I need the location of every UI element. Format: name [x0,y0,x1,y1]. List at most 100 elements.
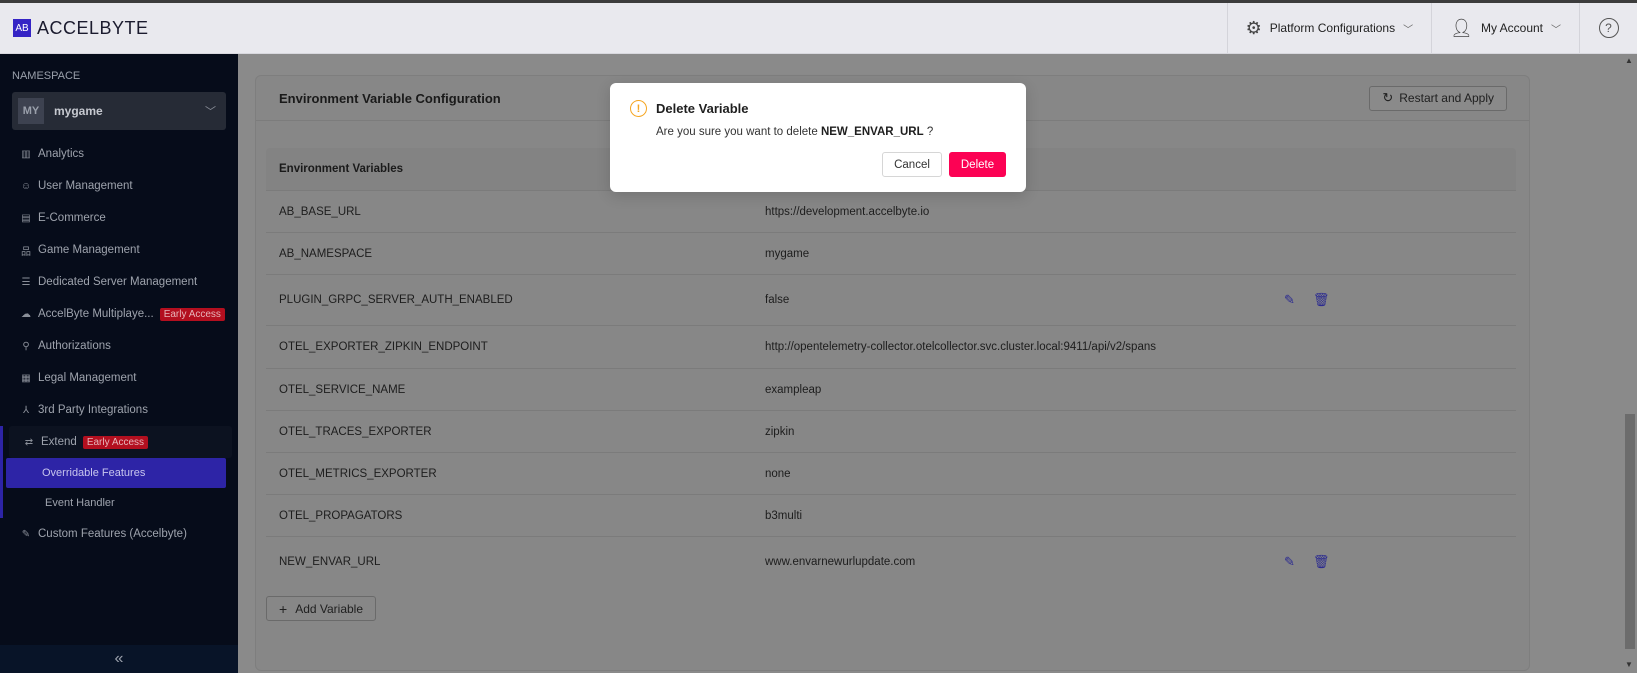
delete-variable-dialog: ! Delete Variable Are you sure you want … [610,83,1026,192]
variable-value: http://opentelemetry-collector.otelcolle… [765,341,1156,353]
sidebar: NAMESPACE MY mygame ﹀ ▥ Analytics ☺ User… [0,54,238,673]
trash-icon[interactable]: 🗑︎ [1313,292,1330,308]
table-row: NEW_ENVAR_URL www.envarnewurlupdate.com ✎ 🗑… [266,536,1516,587]
collapse-sidebar-button[interactable]: « [0,645,238,673]
logo[interactable]: AB ACCELBYTE [13,18,149,39]
add-variable-button[interactable]: + Add Variable [266,596,377,621]
scroll-up-icon[interactable]: ▲ [1625,56,1633,65]
sidebar-item-label: Dedicated Server Management [38,276,198,288]
row-actions: ✎ 🗑︎ [1275,554,1516,570]
sidebar-item-dedicated-server-management[interactable]: ☰ Dedicated Server Management [0,266,238,298]
table-row: AB_BASE_URL https://development.accelbyte… [266,190,1516,232]
table-row: OTEL_PROPAGATORS b3multi [266,494,1516,536]
env-variables-table: Environment Variables AB_BASE_URL https:/… [266,148,1516,587]
early-access-badge: Early Access [82,435,149,449]
table-row: OTEL_EXPORTER_ZIPKIN_ENDPOINT http://open… [266,325,1516,368]
variable-value: none [765,467,791,480]
namespace-name: mygame [54,104,103,118]
restart-and-apply-label: Restart and Apply [1399,91,1494,105]
sidebar-item-label: Custom Features (Accelbyte) [38,528,187,540]
sidebar-item-legal-management[interactable]: ▦ Legal Management [0,362,238,394]
brand-name: ACCELBYTE [37,17,149,38]
platform-configurations-label: Platform Configurations [1269,21,1396,35]
store-icon: ▤ [21,212,31,224]
sidebar-item-label: E-Commerce [38,212,106,224]
page-scrollbar[interactable]: ▲ ▼ [1622,54,1637,673]
table-row: AB_NAMESPACE mygame [266,232,1516,274]
variable-value: mygame [765,247,810,260]
namespace-selector[interactable]: MY mygame ﹀ [12,92,226,130]
early-access-badge: Early Access [159,307,225,321]
gear-icon: ⚙ [1245,17,1262,38]
table-row: OTEL_TRACES_EXPORTER zipkin [266,410,1516,452]
warning-icon: ! [630,100,647,117]
table-row: PLUGIN_GRPC_SERVER_AUTH_ENABLED false ✎ 🗑︎ [266,274,1516,325]
double-chevron-left-icon: « [114,650,124,667]
cancel-button[interactable]: Cancel [882,152,942,177]
dialog-message-prefix: Are you sure you want to delete [656,126,818,138]
sidebar-item-authorizations[interactable]: ⚲ Authorizations [0,330,238,362]
scroll-down-icon[interactable]: ▼ [1625,660,1633,669]
edit-icon[interactable]: ✎ [1284,554,1295,570]
chevron-down-icon: ﹀ [1403,24,1414,36]
variable-value: false [765,294,790,306]
variable-value: b3multi [765,509,803,522]
page-title: Environment Variable Configuration [279,90,501,106]
sidebar-item-game-management[interactable]: 品 Game Management [0,234,238,266]
variable-name: AB_NAMESPACE [279,247,373,260]
help-button[interactable]: ? [1579,3,1637,53]
variable-name: OTEL_SERVICE_NAME [279,383,406,396]
sidebar-item-accelbyte-multiplayer[interactable]: ☁ AccelByte Multiplaye... Early Access [0,298,238,330]
help-icon: ? [1598,18,1619,38]
namespace-label: NAMESPACE [12,70,81,82]
variable-name: AB_BASE_URL [279,205,361,218]
extend-group: ⇄ Extend Early Access Overridable Featur… [0,426,238,518]
restart-and-apply-button[interactable]: ↻ Restart and Apply [1369,85,1507,111]
dialog-message: Are you sure you want to delete NEW_ENVA… [656,126,933,138]
add-variable-label: Add Variable [295,601,364,616]
accelbyte-logo-icon: AB [13,19,31,37]
sidebar-nav: ▥ Analytics ☺ User Management ▤ E-Commer… [0,138,238,550]
user-icon: ☺ [20,180,32,192]
sidebar-item-3rd-party-integrations[interactable]: ⅄ 3rd Party Integrations [0,394,238,426]
edit-icon[interactable]: ✎ [1284,292,1295,308]
variable-value: zipkin [765,425,795,438]
variable-name: NEW_ENVAR_URL [279,556,381,568]
variable-name: OTEL_TRACES_EXPORTER [279,425,432,438]
sidebar-item-extend[interactable]: ⇄ Extend Early Access [9,426,232,458]
my-account-menu[interactable]: 👤︎ My Account ﹀ [1431,3,1579,53]
cloud-icon: ☁ [21,308,31,320]
sidebar-item-e-commerce[interactable]: ▤ E-Commerce [0,202,238,234]
top-bar: AB ACCELBYTE ⚙ Platform Configurations ﹀… [0,0,1637,54]
chevron-down-icon: ﹀ [1551,24,1561,36]
integration-icon: ⅄ [22,404,30,416]
variable-name: OTEL_PROPAGATORS [279,509,403,522]
sidebar-item-user-management[interactable]: ☺ User Management [0,170,238,202]
key-icon: ⚲ [22,340,30,352]
sidebar-subitem-event-handler[interactable]: Event Handler [3,488,238,518]
sidebar-subitem-overridable-features[interactable]: Overridable Features [6,458,226,488]
server-icon: ☰ [21,276,31,288]
column-header-env-variables: Environment Variables [279,163,403,175]
refresh-icon: ↻ [1382,90,1394,105]
sidebar-item-custom-features[interactable]: ✎ Custom Features (Accelbyte) [0,518,238,550]
variable-name: PLUGIN_GRPC_SERVER_AUTH_ENABLED [279,294,513,306]
chevron-down-icon: ﹀ [205,106,216,118]
platform-configurations-menu[interactable]: ⚙ Platform Configurations ﹀ [1226,3,1432,53]
sidebar-item-analytics[interactable]: ▥ Analytics [0,138,238,170]
plus-icon: + [279,600,288,617]
delete-button[interactable]: Delete [949,152,1006,177]
scrollbar-thumb[interactable] [1625,414,1635,649]
dialog-target-variable: NEW_ENVAR_URL [820,126,924,138]
variable-value: exampleap [765,383,822,396]
wrench-icon: ✎ [21,528,31,540]
sidebar-item-label: Analytics [38,148,85,160]
table-row: OTEL_METRICS_EXPORTER none [266,452,1516,494]
namespace-badge: MY [18,98,44,124]
user-icon: 👤︎ [1450,17,1473,38]
trash-icon[interactable]: 🗑︎ [1313,554,1330,570]
sidebar-item-label: Extend [41,436,77,448]
sidebar-item-label: User Management [38,180,133,192]
sidebar-item-label: Game Management [38,244,140,256]
dialog-title: Delete Variable [656,101,749,116]
